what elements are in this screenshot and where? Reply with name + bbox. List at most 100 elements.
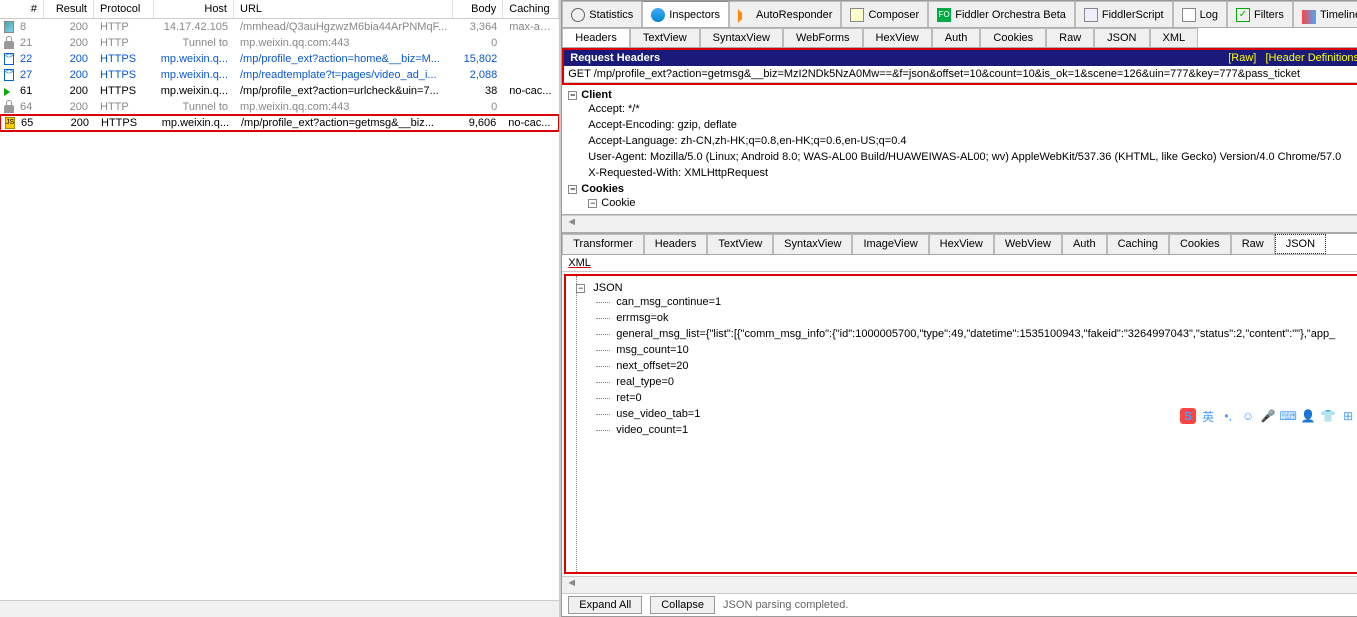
fil-icon (1236, 8, 1250, 22)
tab-fiddlerscript[interactable]: FiddlerScript (1075, 1, 1173, 27)
col-caching[interactable]: Caching (503, 0, 559, 18)
tab-fiddler-orchestra-beta[interactable]: Fiddler Orchestra Beta (928, 1, 1075, 27)
tab-statistics[interactable]: Statistics (562, 1, 642, 27)
tab-timeline[interactable]: Timeline (1293, 1, 1357, 27)
json-property[interactable]: ret=0 (576, 390, 1356, 406)
col-result[interactable]: Result (44, 0, 94, 18)
sessions-list[interactable]: 8200HTTP 14.17.42.105/mmhead/Q3auHgzwzM6… (0, 19, 559, 600)
response-tab-transformer[interactable]: Transformer (562, 234, 644, 254)
session-row[interactable]: 65200HTTPS mp.weixin.q.../mp/profile_ext… (0, 114, 559, 132)
session-row[interactable]: 21200HTTP Tunnel tomp.weixin.qq.com:4430 (0, 35, 559, 51)
log-icon (1182, 8, 1196, 22)
session-row[interactable]: 61200HTTPS mp.weixin.q.../mp/profile_ext… (0, 83, 559, 99)
request-tab-syntaxview[interactable]: SyntaxView (700, 28, 783, 47)
comp-icon (850, 8, 864, 22)
lock-icon (4, 41, 14, 49)
stats-icon (571, 8, 585, 22)
raw-link[interactable]: [Raw] (1228, 52, 1256, 64)
session-row[interactable]: 27200HTTPS mp.weixin.q.../mp/readtemplat… (0, 67, 559, 83)
json-view[interactable]: − JSON can_msg_continue=1errmsg=okgenera… (564, 274, 1357, 574)
cookie-item[interactable]: −Cookie (568, 195, 1357, 211)
json-property[interactable]: next_offset=20 (576, 358, 1356, 374)
ime-mic-icon[interactable]: 🎤 (1260, 408, 1276, 424)
bottom-bar: Expand All Collapse JSON parsing complet… (562, 593, 1357, 616)
collapse-button[interactable]: Collapse (650, 596, 715, 614)
ime-sogou-icon[interactable]: S (1180, 408, 1196, 424)
status-text: JSON parsing completed. (723, 599, 848, 611)
response-tab-webview[interactable]: WebView (994, 234, 1062, 254)
col-num[interactable]: # (0, 0, 44, 18)
response-tab-hexview[interactable]: HexView (929, 234, 994, 254)
collapse-icon[interactable]: − (576, 284, 585, 293)
request-tab-textview[interactable]: TextView (630, 28, 700, 47)
session-row[interactable]: 22200HTTPS mp.weixin.q.../mp/profile_ext… (0, 51, 559, 67)
js-icon (5, 117, 15, 129)
horizontal-scrollbar[interactable] (0, 600, 559, 617)
request-tab-json[interactable]: JSON (1094, 28, 1149, 47)
header-tree[interactable]: −Client Accept: */* Accept-Encoding: gzi… (562, 85, 1357, 215)
ime-user-icon[interactable]: 👤 (1300, 408, 1316, 424)
request-tab-cookies[interactable]: Cookies (980, 28, 1046, 47)
xml-tab[interactable]: XML (562, 255, 1357, 272)
ime-keyboard-icon[interactable]: ⌨ (1280, 408, 1296, 424)
collapse-icon[interactable]: − (568, 91, 577, 100)
col-host[interactable]: Host (154, 0, 234, 18)
header-item[interactable]: Accept-Language: zh-CN,zh-HK;q=0.8,en-HK… (568, 133, 1357, 149)
cookies-group[interactable]: −Cookies (568, 183, 1357, 195)
response-tab-raw[interactable]: Raw (1231, 234, 1275, 254)
request-tab-raw[interactable]: Raw (1046, 28, 1094, 47)
json-root[interactable]: − JSON (576, 282, 1356, 294)
session-row[interactable]: 64200HTTP Tunnel tomp.weixin.qq.com:4430 (0, 99, 559, 115)
response-tab-textview[interactable]: TextView (707, 234, 773, 254)
json-property[interactable]: msg_count=10 (576, 342, 1356, 358)
tab-inspectors[interactable]: Inspectors (642, 1, 729, 27)
tab-log[interactable]: Log (1173, 1, 1227, 27)
ime-lang-icon[interactable]: 英 (1200, 408, 1216, 424)
tab-composer[interactable]: Composer (841, 1, 928, 27)
response-tabs: TransformerHeadersTextViewSyntaxViewImag… (562, 232, 1357, 255)
header-item[interactable]: User-Agent: Mozilla/5.0 (Linux; Android … (568, 149, 1357, 165)
json-property[interactable]: errmsg=ok (576, 310, 1356, 326)
request-tab-xml[interactable]: XML (1150, 28, 1199, 47)
header-item[interactable]: X-Requested-With: XMLHttpRequest (568, 165, 1357, 181)
json-property[interactable]: can_msg_continue=1 (576, 294, 1356, 310)
col-body[interactable]: Body (453, 0, 503, 18)
session-row[interactable]: 8200HTTP 14.17.42.105/mmhead/Q3auHgzwzM6… (0, 19, 559, 35)
json-property[interactable]: general_msg_list={"list":[{"comm_msg_inf… (576, 326, 1356, 342)
response-tab-headers[interactable]: Headers (644, 234, 708, 254)
collapse-icon[interactable]: − (568, 185, 577, 194)
request-tab-headers[interactable]: Headers (562, 28, 630, 47)
response-tab-auth[interactable]: Auth (1062, 234, 1107, 254)
col-protocol[interactable]: Protocol (94, 0, 154, 18)
response-tab-imageview[interactable]: ImageView (852, 234, 928, 254)
tab-filters[interactable]: Filters (1227, 1, 1293, 27)
tl-icon (1302, 10, 1316, 24)
expand-all-button[interactable]: Expand All (568, 596, 642, 614)
tab-autoresponder[interactable]: AutoResponder (729, 1, 841, 27)
ime-skin-icon[interactable]: 👕 (1320, 408, 1336, 424)
doc-icon (4, 69, 14, 81)
collapse-icon[interactable]: − (588, 199, 597, 208)
json-property[interactable]: real_type=0 (576, 374, 1356, 390)
response-tab-cookies[interactable]: Cookies (1169, 234, 1231, 254)
response-tab-syntaxview[interactable]: SyntaxView (773, 234, 852, 254)
request-line[interactable]: GET /mp/profile_ext?action=getmsg&__biz=… (564, 66, 1357, 83)
sessions-header: # Result Protocol Host URL Body Caching (0, 0, 559, 19)
header-item[interactable]: Accept-Encoding: gzip, deflate (568, 117, 1357, 133)
request-tab-hexview[interactable]: HexView (863, 28, 932, 47)
header-definitions-link[interactable]: [Header Definitions] (1266, 52, 1357, 64)
ime-grid-icon[interactable]: ⊞ (1340, 408, 1356, 424)
horizontal-scrollbar[interactable] (562, 215, 1357, 232)
request-tab-auth[interactable]: Auth (932, 28, 981, 47)
horizontal-scrollbar[interactable] (562, 576, 1357, 593)
response-tab-json[interactable]: JSON (1275, 234, 1326, 254)
ime-punct-icon[interactable]: •, (1220, 408, 1236, 424)
ime-toolbar[interactable]: S 英 •, ☺ 🎤 ⌨ 👤 👕 ⊞ (1178, 406, 1357, 426)
col-url[interactable]: URL (234, 0, 453, 18)
header-item[interactable]: Accept: */* (568, 101, 1357, 117)
client-group[interactable]: −Client (568, 89, 1357, 101)
ime-emoji-icon[interactable]: ☺ (1240, 408, 1256, 424)
request-tab-webforms[interactable]: WebForms (783, 28, 863, 47)
response-tab-caching[interactable]: Caching (1107, 234, 1169, 254)
main-tabs: StatisticsInspectorsAutoResponderCompose… (562, 1, 1357, 28)
